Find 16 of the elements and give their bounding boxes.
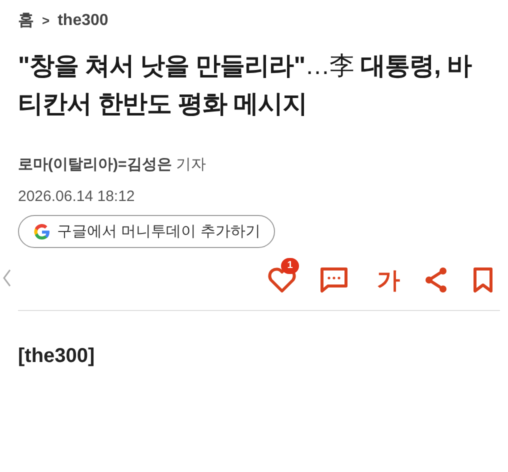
publish-date: 2026.06.14 18:12: [18, 188, 136, 205]
back-chevron-icon[interactable]: [2, 268, 12, 288]
byline: 로마(이탈리아)=김성은 기자: [18, 155, 207, 174]
google-icon: [33, 222, 51, 240]
google-add-button[interactable]: 구글에서 머니투데이 추가하기: [18, 215, 276, 248]
home-link[interactable]: 홈: [18, 10, 34, 31]
comment-icon[interactable]: [319, 266, 349, 294]
bookmark-icon[interactable]: [472, 266, 494, 294]
like-count-badge: 1: [281, 258, 299, 274]
headline: "창을 쳐서 낫을 만들리라"…李 대통령, 바티칸서 한반도 평화 메시지: [18, 51, 473, 120]
article-body-text: [the300]: [18, 345, 96, 368]
font-size-button[interactable]: 가: [377, 264, 400, 296]
section-link[interactable]: the300: [58, 12, 108, 30]
heart-icon: [267, 266, 297, 294]
like-button[interactable]: 1: [267, 258, 303, 294]
breadcrumb-separator: >: [42, 13, 50, 28]
